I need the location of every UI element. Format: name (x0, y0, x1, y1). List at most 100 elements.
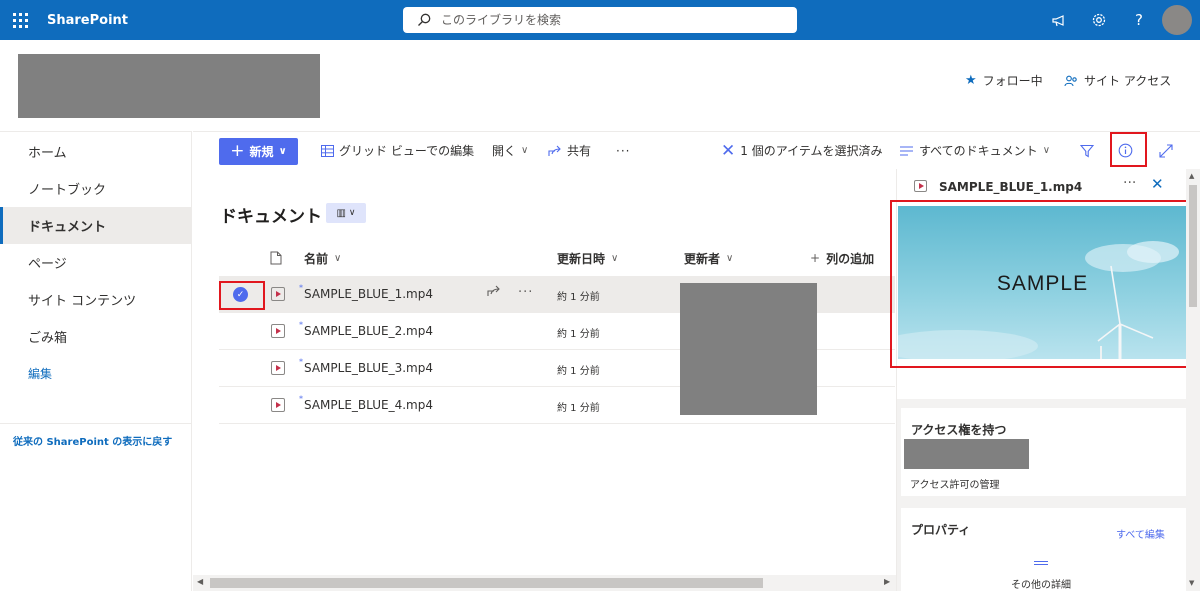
modified-date: 約 1 分前 (557, 403, 600, 414)
new-button[interactable]: + 新規 ∨ (219, 138, 298, 165)
add-column-button[interactable]: + 列の追加 (810, 244, 874, 272)
name-column-header[interactable]: 名前 ∨ (304, 244, 341, 272)
star-icon: ★ (965, 73, 977, 88)
view-label: すべてのドキュメント (919, 144, 1038, 158)
nav-item-pages[interactable]: ページ (0, 244, 192, 281)
edit-all-link[interactable]: すべて編集 (1116, 526, 1165, 541)
more-commands-icon[interactable]: ··· (616, 132, 630, 169)
manage-access-link[interactable]: アクセス許可の管理 (910, 476, 1000, 491)
modified-column-header[interactable]: 更新日時 ∨ (557, 244, 618, 272)
share-button[interactable]: 共有 (548, 132, 591, 169)
scrollbar-thumb[interactable] (210, 578, 763, 588)
filter-icon[interactable] (1080, 132, 1094, 169)
close-icon[interactable]: ✕ (1151, 175, 1164, 193)
vertical-scrollbar[interactable]: ▲ ▼ (1186, 169, 1200, 591)
nav-edit-label: 編集 (28, 367, 53, 381)
name-column-label: 名前 (304, 251, 329, 266)
nav-item-home[interactable]: ホーム (0, 133, 192, 170)
video-file-icon (271, 361, 285, 375)
classic-experience-link[interactable]: 従来の SharePoint の表示に戻す (13, 433, 172, 448)
chevron-down-icon: ∨ (348, 208, 356, 218)
gear-icon[interactable] (1079, 0, 1119, 40)
search-box[interactable] (403, 7, 797, 33)
modified-column-label: 更新日時 (557, 251, 606, 266)
modified-date: 約 1 分前 (557, 329, 600, 340)
highlight-box-checkbox (219, 281, 265, 310)
share-icon[interactable] (487, 285, 501, 301)
more-actions-icon[interactable]: ··· (1123, 175, 1136, 191)
horizontal-scrollbar[interactable]: ◀ ▶ (193, 575, 896, 591)
nav-item-recycle-bin[interactable]: ごみ箱 (0, 318, 192, 355)
plus-icon: + (810, 251, 821, 265)
video-file-icon (271, 287, 285, 301)
modified-by-column-header[interactable]: 更新者 ∨ (684, 244, 733, 272)
access-user-redacted (904, 439, 1029, 469)
scroll-down-icon[interactable]: ▼ (1189, 579, 1194, 587)
grid-edit-button[interactable]: グリッド ビューでの編集 (321, 132, 474, 169)
nav-edit-link[interactable]: 編集 (0, 355, 192, 392)
chevron-down-icon: ∨ (334, 252, 342, 264)
new-item-icon: ⁎ (299, 392, 303, 401)
search-input[interactable] (441, 13, 741, 27)
more-actions-icon[interactable]: ··· (518, 285, 533, 300)
command-bar: + 新規 ∨ グリッド ビューでの編集 開く ∨ 共有 ··· ✕ 1 個のアイ… (193, 131, 1200, 169)
modified-date: 約 1 分前 (557, 366, 600, 377)
new-label: 新規 (249, 145, 274, 159)
video-file-icon (271, 324, 285, 338)
new-item-icon: ⁎ (299, 281, 303, 290)
expand-icon[interactable] (1159, 132, 1173, 169)
file-name[interactable]: SAMPLE_BLUE_3.mp4 (304, 361, 433, 375)
more-details-link[interactable]: その他の詳細 (1011, 576, 1071, 591)
library-title: ドキュメント (220, 207, 322, 227)
plus-icon: + (230, 141, 245, 161)
highlight-box-preview (890, 200, 1193, 368)
grid-edit-label: グリッド ビューでの編集 (339, 144, 475, 158)
library-view-switch[interactable]: ▥ ∨ (326, 203, 366, 223)
modified-by-redacted (680, 283, 817, 415)
file-name[interactable]: SAMPLE_BLUE_1.mp4 (304, 287, 433, 301)
site-logo-redacted (18, 54, 320, 118)
chevron-down-icon: ∨ (1042, 145, 1051, 156)
suite-bar: SharePoint ? (0, 0, 1200, 40)
nav-item-documents[interactable]: ドキュメント (0, 207, 192, 244)
share-icon (548, 145, 561, 156)
chevron-down-icon: ∨ (278, 146, 287, 157)
open-label: 開く (492, 144, 517, 158)
people-icon (1064, 75, 1077, 86)
access-title: アクセス権を持つ (911, 423, 1007, 437)
scroll-right-icon[interactable]: ▶ (884, 577, 890, 586)
nav-divider (0, 423, 192, 424)
help-icon[interactable]: ? (1119, 0, 1159, 40)
site-access-button[interactable]: サイト アクセス (1064, 72, 1171, 89)
file-name[interactable]: SAMPLE_BLUE_4.mp4 (304, 398, 433, 412)
modified-date: 約 1 分前 (557, 292, 600, 303)
waffle-icon[interactable] (0, 0, 40, 40)
video-file-icon (914, 180, 927, 192)
follow-label: フォロー中 (982, 74, 1043, 88)
more-details-icon (1034, 561, 1048, 565)
view-lines-icon (900, 146, 913, 155)
megaphone-icon[interactable] (1039, 0, 1079, 40)
nav-item-site-contents[interactable]: サイト コンテンツ (0, 281, 192, 318)
view-selector[interactable]: すべてのドキュメント ∨ (900, 132, 1050, 169)
library-icon: ▥ (336, 207, 346, 219)
share-label: 共有 (567, 144, 592, 158)
app-name[interactable]: SharePoint (47, 13, 128, 28)
open-button[interactable]: 開く ∨ (492, 132, 528, 169)
scroll-up-icon[interactable]: ▲ (1189, 172, 1194, 180)
chevron-down-icon: ∨ (611, 252, 619, 264)
nav-item-notebook[interactable]: ノートブック (0, 170, 192, 207)
file-name[interactable]: SAMPLE_BLUE_2.mp4 (304, 324, 433, 338)
scroll-left-icon[interactable]: ◀ (197, 577, 203, 586)
file-type-column-header[interactable] (270, 244, 282, 272)
avatar[interactable] (1162, 5, 1192, 35)
grid-icon (321, 144, 334, 157)
document-icon (270, 251, 282, 265)
details-file-name: SAMPLE_BLUE_1.mp4 (939, 180, 1083, 194)
video-file-icon (271, 398, 285, 412)
clear-selection-button[interactable]: ✕ 1 個のアイテムを選択済み (721, 132, 883, 169)
chevron-down-icon: ∨ (521, 145, 529, 156)
modified-by-column-label: 更新者 (684, 251, 721, 266)
scrollbar-thumb[interactable] (1189, 185, 1197, 307)
follow-button[interactable]: ★ フォロー中 (965, 72, 1043, 89)
